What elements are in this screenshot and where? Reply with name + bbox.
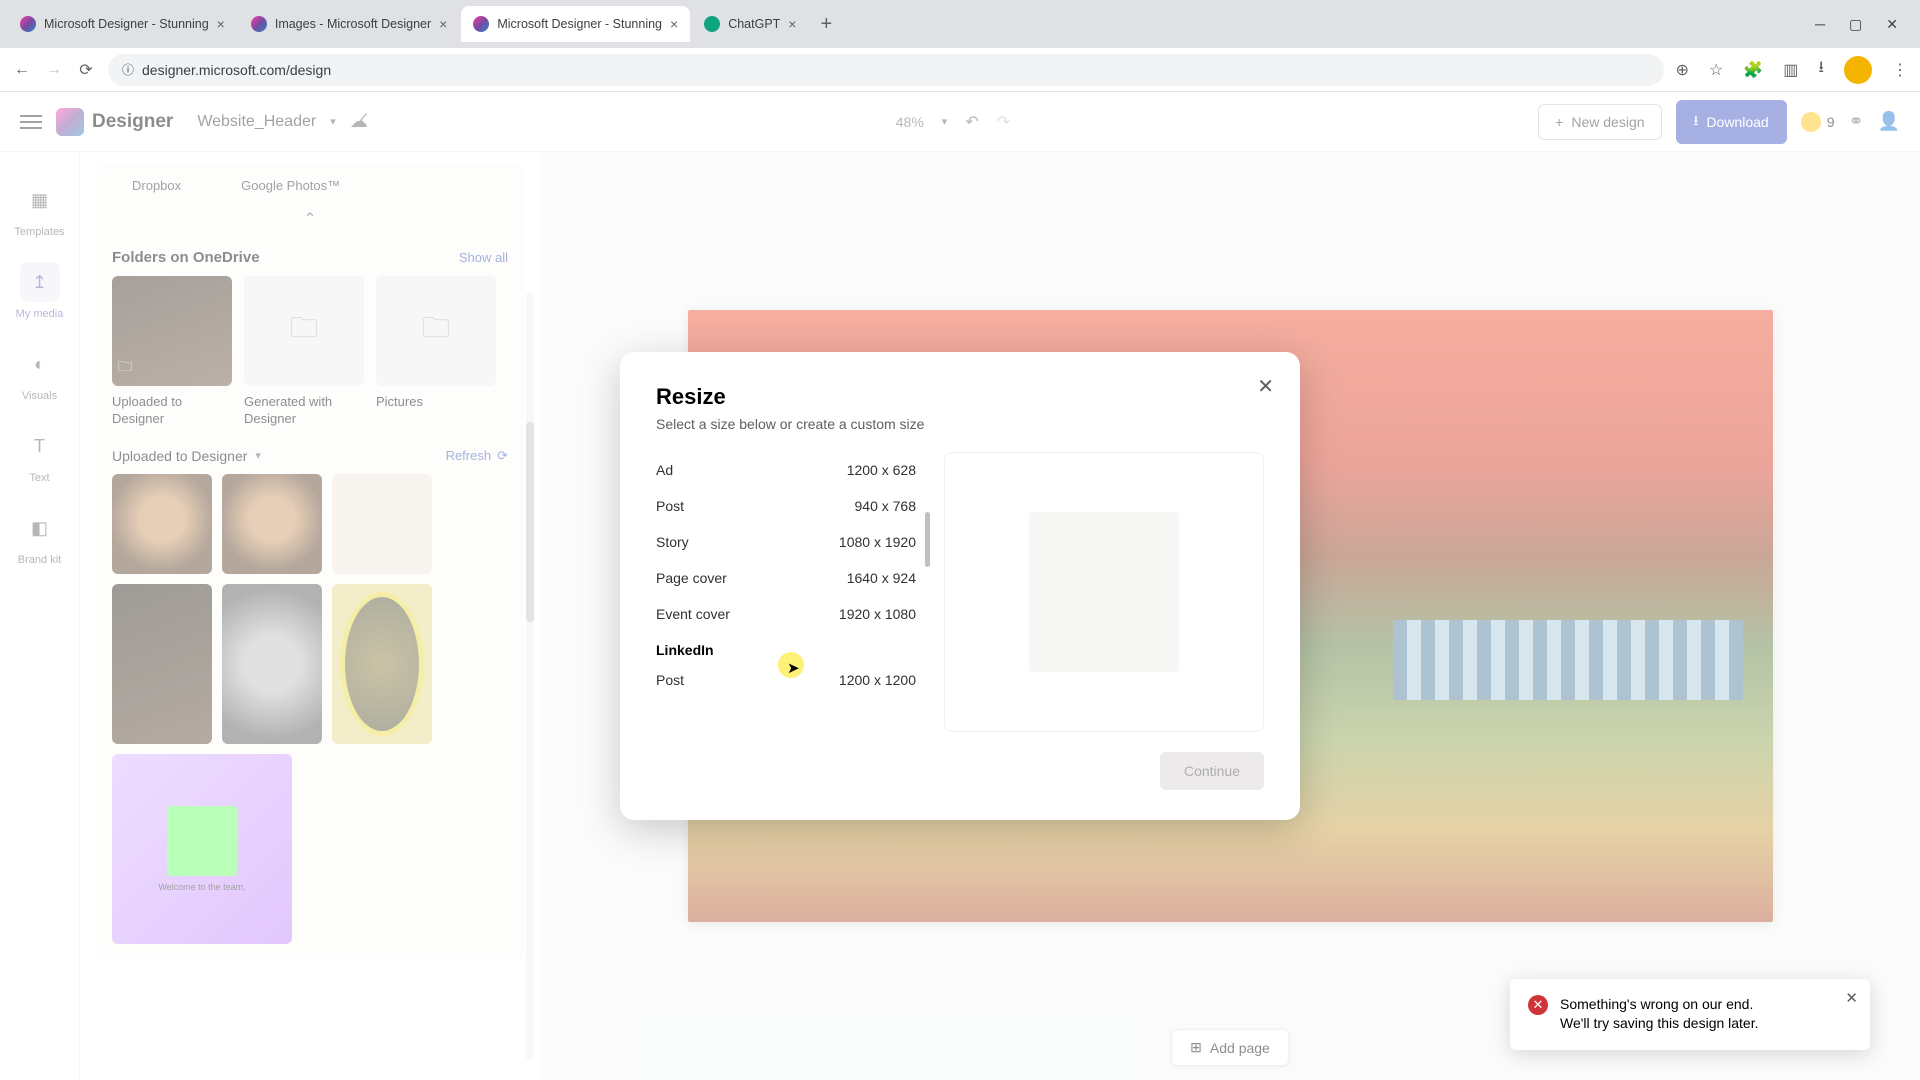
site-info-icon[interactable]: ⓘ bbox=[122, 61, 134, 78]
toast-line2: We'll try saving this design later. bbox=[1560, 1014, 1759, 1034]
size-dim: 1200 x 628 bbox=[847, 462, 916, 478]
window-controls: ─ ▢ ✕ bbox=[1815, 16, 1912, 33]
size-dim: 1200 x 1200 bbox=[839, 672, 916, 688]
size-label: Event cover bbox=[656, 606, 730, 622]
downloads-icon[interactable]: ⭳ bbox=[1818, 56, 1824, 83]
tab-title: Microsoft Designer - Stunning bbox=[497, 17, 662, 31]
close-icon[interactable]: × bbox=[670, 16, 678, 32]
tab-favicon bbox=[20, 16, 36, 32]
size-list: Ad 1200 x 628 Post 940 x 768 Story 1080 x 1… bbox=[656, 452, 916, 732]
reload-icon[interactable]: ⟳ bbox=[76, 60, 96, 80]
maximize-icon[interactable]: ▢ bbox=[1849, 16, 1862, 33]
size-label: Page cover bbox=[656, 570, 727, 586]
tab-title: Microsoft Designer - Stunning bbox=[44, 17, 209, 31]
size-label: Story bbox=[656, 534, 689, 550]
size-dim: 1640 x 924 bbox=[847, 570, 916, 586]
modal-subtitle: Select a size below or create a custom s… bbox=[656, 416, 1264, 432]
tab-title: Images - Microsoft Designer bbox=[275, 17, 431, 31]
new-tab-button[interactable]: + bbox=[810, 13, 842, 36]
side-panel-icon[interactable]: ▥ bbox=[1783, 60, 1798, 80]
size-label: Post bbox=[656, 498, 684, 514]
size-option[interactable]: Event cover 1920 x 1080 bbox=[656, 596, 916, 632]
size-dim: 1920 x 1080 bbox=[839, 606, 916, 622]
continue-button[interactable]: Continue bbox=[1160, 752, 1264, 790]
size-dim: 1080 x 1920 bbox=[839, 534, 916, 550]
close-icon[interactable]: ✕ bbox=[1257, 374, 1274, 399]
tab-favicon bbox=[251, 16, 267, 32]
size-option[interactable]: Ad 1200 x 628 bbox=[656, 452, 916, 488]
error-icon: ✕ bbox=[1528, 995, 1548, 1015]
size-category: LinkedIn bbox=[656, 632, 916, 662]
error-toast: ✕ Something's wrong on our end. We'll tr… bbox=[1510, 979, 1870, 1050]
bookmark-icon[interactable]: ☆ bbox=[1709, 60, 1723, 80]
close-window-icon[interactable]: ✕ bbox=[1886, 16, 1898, 33]
size-label: Post bbox=[656, 672, 684, 688]
size-option[interactable]: Page cover 1640 x 924 bbox=[656, 560, 916, 596]
extensions-icon[interactable]: 🧩 bbox=[1743, 60, 1763, 80]
browser-tab[interactable]: ChatGPT × bbox=[692, 6, 808, 42]
modal-title: Resize bbox=[656, 384, 1264, 410]
menu-icon[interactable]: ⋮ bbox=[1892, 60, 1908, 80]
preview-shape bbox=[1029, 512, 1179, 672]
url-input[interactable]: ⓘ designer.microsoft.com/design bbox=[108, 54, 1664, 86]
modal-overlay[interactable]: ✕ Resize Select a size below or create a… bbox=[0, 92, 1920, 1080]
install-app-icon[interactable]: ⊕ bbox=[1676, 60, 1689, 80]
browser-tab[interactable]: Microsoft Designer - Stunning × bbox=[8, 6, 237, 42]
back-icon[interactable]: ← bbox=[12, 60, 32, 80]
size-option[interactable]: Post 1200 x 1200 bbox=[656, 662, 916, 698]
tab-favicon bbox=[704, 16, 720, 32]
tab-title: ChatGPT bbox=[728, 17, 780, 31]
list-scrollbar[interactable] bbox=[925, 512, 930, 567]
profile-avatar[interactable] bbox=[1844, 56, 1872, 84]
browser-tab-active[interactable]: Microsoft Designer - Stunning × bbox=[461, 6, 690, 42]
close-icon[interactable]: × bbox=[439, 16, 447, 32]
close-icon[interactable]: × bbox=[788, 16, 796, 32]
resize-modal: ✕ Resize Select a size below or create a… bbox=[620, 352, 1300, 820]
size-dim: 940 x 768 bbox=[855, 498, 917, 514]
toast-line1: Something's wrong on our end. bbox=[1560, 995, 1759, 1015]
url-text: designer.microsoft.com/design bbox=[142, 62, 331, 78]
size-option[interactable]: Post 940 x 768 bbox=[656, 488, 916, 524]
forward-icon[interactable]: → bbox=[44, 60, 64, 80]
size-label: Ad bbox=[656, 462, 673, 478]
close-icon[interactable]: ✕ bbox=[1845, 989, 1858, 1007]
close-icon[interactable]: × bbox=[217, 16, 225, 32]
address-bar: ← → ⟳ ⓘ designer.microsoft.com/design ⊕ … bbox=[0, 48, 1920, 92]
browser-tab[interactable]: Images - Microsoft Designer × bbox=[239, 6, 460, 42]
tab-favicon bbox=[473, 16, 489, 32]
browser-tab-strip: Microsoft Designer - Stunning × Images -… bbox=[0, 0, 1920, 48]
minimize-icon[interactable]: ─ bbox=[1815, 16, 1825, 33]
size-preview bbox=[944, 452, 1264, 732]
size-option[interactable]: Story 1080 x 1920 bbox=[656, 524, 916, 560]
